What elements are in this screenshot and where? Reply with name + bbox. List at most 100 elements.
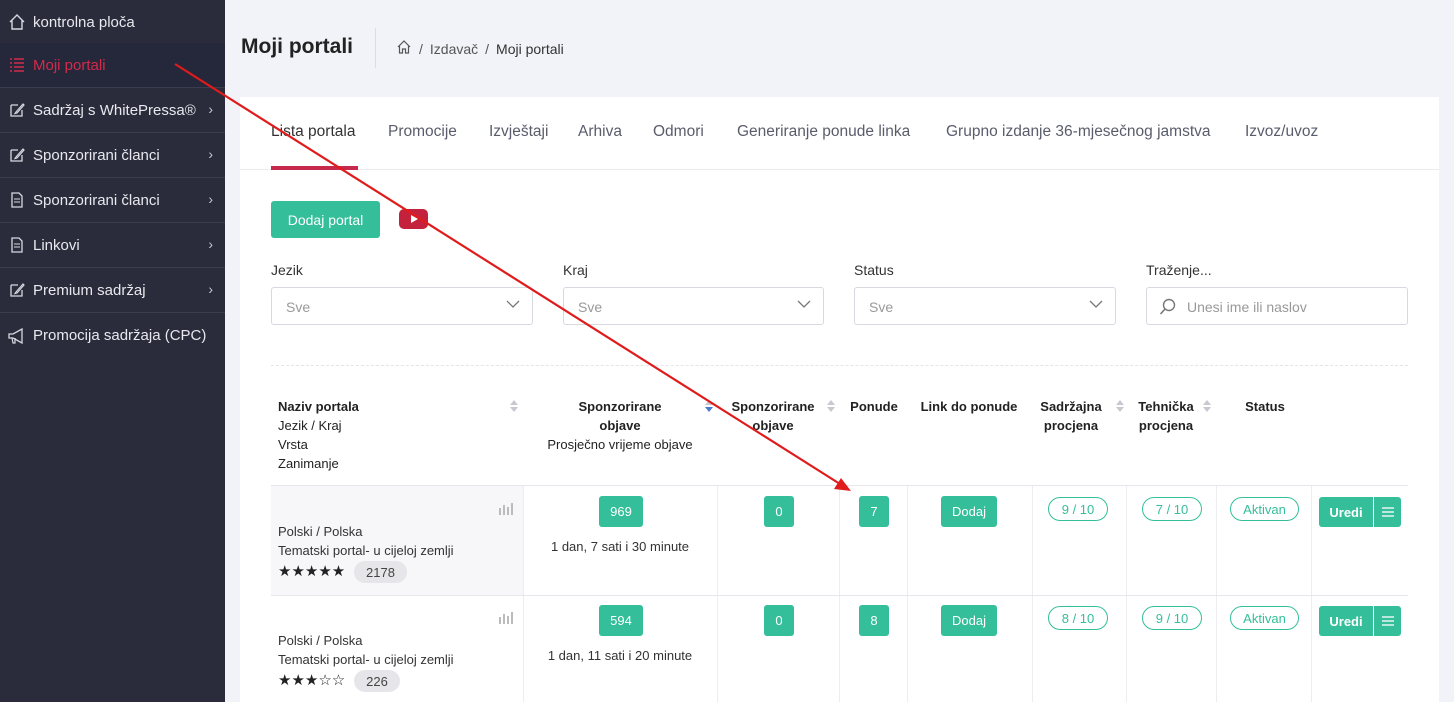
add-offer-link-button[interactable]: Dodaj xyxy=(941,605,997,636)
sidebar-item-sponsored-articles-2[interactable]: Sponzorirani članci › xyxy=(0,178,225,223)
region-filter-label: Kraj xyxy=(563,262,588,278)
avg-publish-time: 1 dan, 7 sati i 30 minute xyxy=(550,539,690,554)
header-type: Vrsta xyxy=(278,437,308,452)
header-content-line2: procjena xyxy=(1043,418,1099,433)
add-portal-button[interactable]: Dodaj portal xyxy=(271,201,380,238)
chevron-down-icon xyxy=(506,297,520,314)
menu-icon[interactable] xyxy=(1374,606,1401,636)
sidebar-item-label: Moji portali xyxy=(33,56,106,74)
header-divider xyxy=(375,28,376,68)
avg-publish-time: 1 dan, 11 sati i 20 minute xyxy=(547,648,693,663)
status-filter-label: Status xyxy=(854,262,894,278)
sort-desc-icon[interactable] xyxy=(705,400,713,412)
header-sponsored-line2: objave xyxy=(599,418,641,433)
sidebar-item-premium-content[interactable]: Premium sadržaj › xyxy=(0,268,225,313)
header-offers: Ponude xyxy=(850,399,898,414)
tech-rating-badge: 7 / 10 xyxy=(1142,497,1202,521)
tab-export-import[interactable]: Izvoz/uvoz xyxy=(1245,123,1318,141)
sidebar-item-label: Promocija sadržaja (CPC) xyxy=(33,327,207,344)
search-input[interactable]: Unesi ime ili naslov xyxy=(1146,287,1408,325)
sponsored2-count-badge[interactable]: 0 xyxy=(764,496,794,527)
views-badge: 226 xyxy=(354,670,400,692)
sidebar-item-label: Premium sadržaj xyxy=(33,281,146,299)
sort-icon[interactable] xyxy=(827,400,835,412)
megaphone-icon xyxy=(7,326,27,346)
tech-rating-badge: 9 / 10 xyxy=(1142,606,1202,630)
header-tech-rating[interactable]: Tehnička procjena xyxy=(1133,397,1199,435)
youtube-icon[interactable] xyxy=(399,209,428,229)
header-sponsored2-line2: objave xyxy=(752,418,794,433)
divider xyxy=(271,365,1408,366)
status-badge: Aktivan xyxy=(1230,606,1299,630)
sidebar-item-sponsored-articles[interactable]: Sponzorirani članci › xyxy=(0,133,225,178)
home-icon[interactable] xyxy=(396,39,412,58)
chevron-right-icon: › xyxy=(208,146,213,162)
sidebar-item-my-portals[interactable]: Moji portali xyxy=(0,43,225,88)
views-badge: 2178 xyxy=(354,561,407,583)
sort-icon[interactable] xyxy=(510,400,518,412)
active-tab-indicator xyxy=(271,166,358,170)
tab-reports[interactable]: Izvještaji xyxy=(489,123,548,141)
rating-stars: ★★★★★ xyxy=(278,563,346,580)
sponsored-count-badge[interactable]: 969 xyxy=(599,496,643,527)
search-icon xyxy=(1159,298,1177,319)
sponsored2-count-badge[interactable]: 0 xyxy=(764,605,794,636)
breadcrumb-publisher[interactable]: Izdavač xyxy=(430,41,478,57)
header-tech-line1: Tehnička xyxy=(1138,399,1194,414)
header-language-region: Jezik / Kraj xyxy=(278,418,342,433)
status-badge: Aktivan xyxy=(1230,497,1299,521)
sponsored-count-badge[interactable]: 594 xyxy=(599,605,643,636)
sidebar-item-links[interactable]: Linkovi › xyxy=(0,223,225,268)
sidebar-item-label: Sadržaj s WhitePressa® xyxy=(33,101,196,119)
header-sponsored-posts-2[interactable]: Sponzorirane objave xyxy=(728,397,818,435)
chevron-down-icon xyxy=(797,297,811,314)
header-sponsored2-line1: Sponzorirane xyxy=(731,399,815,414)
edit-button-group: Uredi xyxy=(1319,497,1401,527)
add-offer-link-button[interactable]: Dodaj xyxy=(941,496,997,527)
language-select[interactable]: Sve xyxy=(271,287,533,325)
chevron-right-icon: › xyxy=(208,191,213,207)
content-rating-badge: 9 / 10 xyxy=(1048,497,1108,521)
search-placeholder: Unesi ime ili naslov xyxy=(1187,299,1307,315)
portal-type: Tematski portal- u cijeloj zemlji xyxy=(278,652,454,667)
stats-icon[interactable] xyxy=(498,502,514,516)
status-select-value: Sve xyxy=(869,299,894,315)
header-portal[interactable]: Naziv portala Jezik / Kraj Vrsta Zaniman… xyxy=(278,397,359,473)
sort-icon[interactable] xyxy=(1116,400,1124,412)
offers-count-badge[interactable]: 8 xyxy=(859,605,889,636)
edit-icon xyxy=(7,145,27,165)
sidebar: kontrolna ploča Moji portali Sadržaj s W… xyxy=(0,0,225,702)
rating-stars: ★★★☆☆ xyxy=(278,672,346,689)
language-select-value: Sve xyxy=(286,299,311,315)
sidebar-item-label: kontrolna ploča xyxy=(33,13,135,31)
tab-bar: Lista portala Promocije Izvještaji Arhiv… xyxy=(240,97,1439,170)
header-sponsored-posts[interactable]: Sponzorirane objave Prosječno vrijeme ob… xyxy=(530,397,710,454)
status-select[interactable]: Sve xyxy=(854,287,1116,325)
header-status: Status xyxy=(1245,399,1285,414)
region-select[interactable]: Sve xyxy=(563,287,824,325)
menu-icon[interactable] xyxy=(1374,497,1401,527)
list-icon xyxy=(7,55,27,75)
edit-button[interactable]: Uredi xyxy=(1319,606,1373,636)
page-title: Moji portali xyxy=(241,35,353,58)
offers-count-badge[interactable]: 7 xyxy=(859,496,889,527)
portal-language-region: Polski / Polska xyxy=(278,633,363,648)
tab-group-guarantee[interactable]: Grupno izdanje 36-mjesečnog jamstva xyxy=(946,123,1211,141)
document-icon xyxy=(7,235,27,255)
main-card: Lista portala Promocije Izvještaji Arhiv… xyxy=(240,97,1439,702)
header-sponsored-line1: Sponzorirane xyxy=(578,399,662,414)
header-content-rating[interactable]: Sadržajna procjena xyxy=(1036,397,1106,435)
chevron-right-icon: › xyxy=(208,281,213,297)
tab-promotions[interactable]: Promocije xyxy=(388,123,457,141)
tab-vacations[interactable]: Odmori xyxy=(653,123,704,141)
sidebar-item-label: Sponzorirani članci xyxy=(33,191,160,209)
edit-button[interactable]: Uredi xyxy=(1319,497,1373,527)
sort-icon[interactable] xyxy=(1203,400,1211,412)
tab-archive[interactable]: Arhiva xyxy=(578,123,622,141)
sidebar-item-content-promotion[interactable]: Promocija sadržaja (CPC) xyxy=(0,313,225,358)
tab-link-offer-generation[interactable]: Generiranje ponude linka xyxy=(737,123,910,141)
stats-icon[interactable] xyxy=(498,611,514,625)
tab-portal-list[interactable]: Lista portala xyxy=(271,123,355,141)
sidebar-item-whitepress-content[interactable]: Sadržaj s WhitePressa® › xyxy=(0,88,225,133)
sidebar-item-dashboard[interactable]: kontrolna ploča xyxy=(0,0,225,45)
